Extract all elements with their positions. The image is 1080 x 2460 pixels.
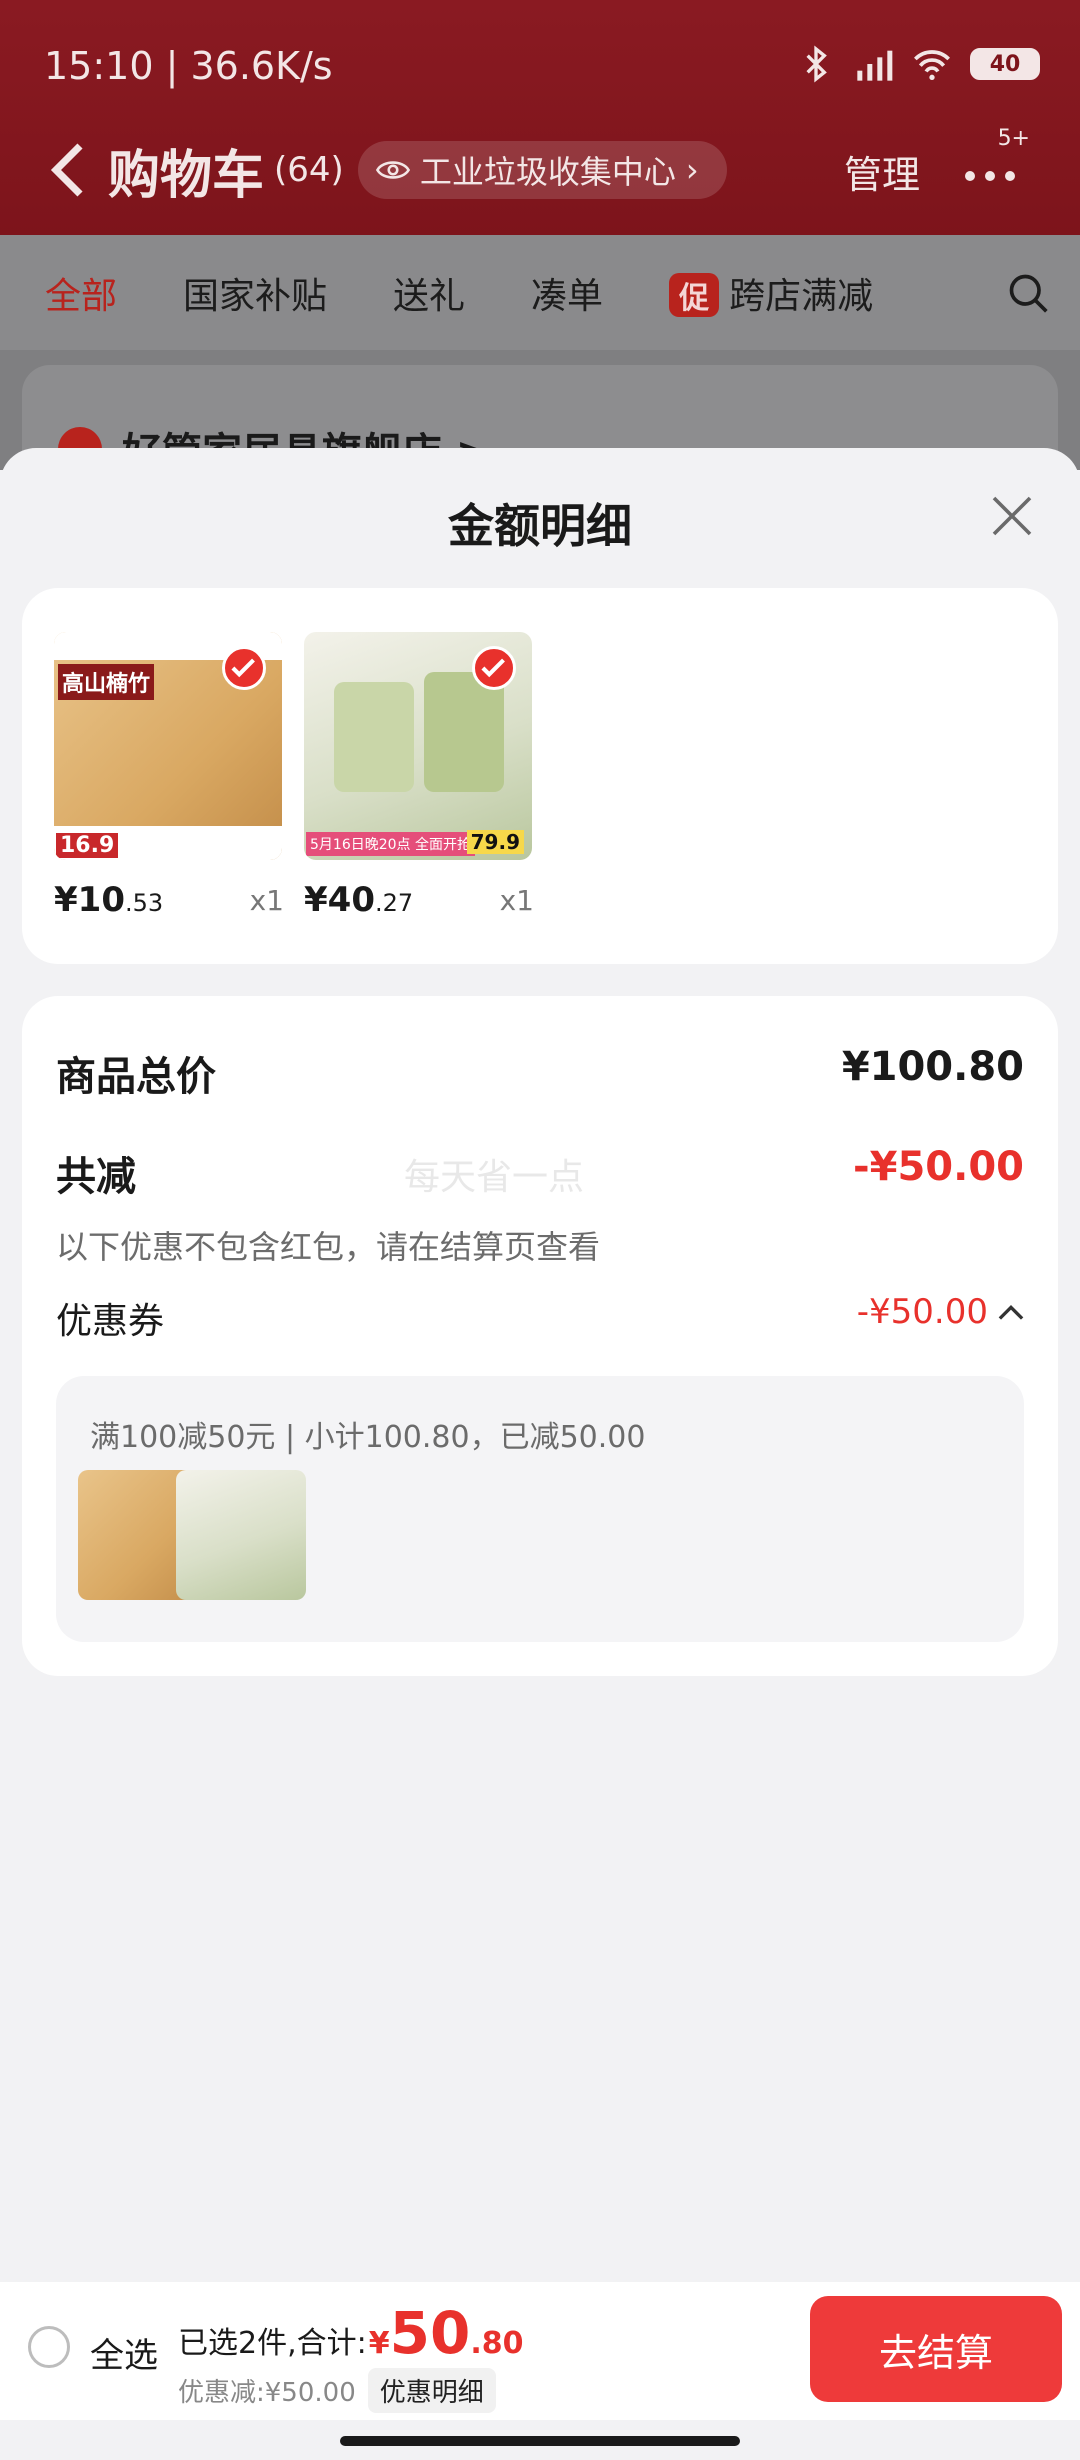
status-bar: 15:10 | 36.6K/s 40	[44, 44, 1040, 94]
product-image-cutting-board: 高山楠竹 16.9	[54, 632, 282, 860]
search-icon[interactable]	[1006, 271, 1050, 315]
nav-row: 购物车 (64) 工业垃圾收集中心 › 管理 5+	[50, 126, 1040, 210]
total-price-label: 商品总价	[56, 1054, 216, 1100]
product-image-price: 16.9	[56, 833, 119, 858]
promo-badge: 促	[669, 272, 720, 317]
wifi-icon	[914, 50, 950, 80]
reduction-value: -¥50.00	[853, 1144, 1024, 1190]
tab-all[interactable]: 全部	[45, 267, 117, 319]
product-price: ¥10.53	[54, 880, 164, 920]
checked-icon	[222, 646, 266, 690]
total-amount-dec: .80	[470, 2326, 524, 2361]
discount-line: 优惠减:¥50.00 优惠明细	[178, 2368, 496, 2413]
total-amount-int: 50	[389, 2299, 471, 2367]
tab-cross-store-promo[interactable]: 促跨店满减	[669, 267, 873, 319]
product-quantity: x1	[249, 884, 284, 917]
coupon-product-thumb	[176, 1470, 306, 1600]
product-image-text: 高山楠竹	[58, 664, 155, 700]
order-summary: 已选2件,合计: ¥ 50 .80	[178, 2304, 523, 2362]
close-icon[interactable]	[988, 492, 1036, 540]
product-price: ¥40.27	[304, 880, 414, 920]
select-all-checkbox[interactable]	[28, 2326, 70, 2368]
bluetooth-icon	[806, 45, 827, 83]
coupon-label: 优惠券	[56, 1301, 165, 1342]
product-image-text: 5月16日晚20点 全面开抢	[306, 832, 475, 856]
home-indicator[interactable]	[340, 2436, 740, 2446]
product-quantity: x1	[499, 884, 534, 917]
product-image-price: 79.9	[466, 830, 524, 854]
product-item[interactable]: 高山楠竹 16.9 ¥10.53 x1	[54, 632, 284, 930]
watermark-text: 每天省一点	[404, 1157, 585, 1198]
reduction-label: 共减	[56, 1154, 136, 1200]
promo-tab-label: 跨店满减	[729, 275, 874, 317]
sheet-title: 金额明细	[448, 499, 632, 553]
tab-gift[interactable]: 送礼	[393, 267, 465, 319]
battery-indicator: 40	[970, 48, 1040, 80]
discount-detail-button[interactable]: 优惠明细	[367, 2368, 496, 2413]
price-breakdown: 商品总价 ¥100.80 共减 每天省一点 -¥50.00 以下优惠不包含红包，…	[22, 996, 1058, 1676]
back-arrow-icon[interactable]	[50, 140, 86, 200]
chevron-up-icon	[998, 1304, 1024, 1320]
cart-header: 15:10 | 36.6K/s 40 购物车 (64) 工业垃圾收集中心 › 管…	[0, 0, 1080, 235]
notification-badge: 5+	[997, 126, 1030, 151]
selected-count: 已选2件,合计:	[178, 2326, 367, 2361]
coupon-detail-box: 满100减50元 | 小计100.80，已减50.00	[56, 1376, 1024, 1642]
location-label: 工业垃圾收集中心	[419, 153, 676, 191]
coupon-detail-text: 满100减50元 | 小计100.80，已减50.00	[90, 1420, 646, 1455]
checkout-button[interactable]: 去结算	[810, 2296, 1062, 2402]
selected-products: 高山楠竹 16.9 ¥10.53 x1 5月16日晚20点 全面开抢 79.9 …	[22, 588, 1058, 964]
currency-symbol: ¥	[368, 2326, 390, 2361]
coupon-value: -¥50.00	[856, 1292, 988, 1332]
checkout-bar: 全选 已选2件,合计: ¥ 50 .80 优惠减:¥50.00 优惠明细 去结算	[0, 2282, 1080, 2420]
select-all-label[interactable]: 全选	[90, 2328, 158, 2377]
eye-icon	[375, 161, 410, 179]
more-dots-icon	[965, 171, 1015, 181]
signal-icon	[857, 50, 893, 81]
product-image-lunch-box: 5月16日晚20点 全面开抢 79.9	[304, 632, 532, 860]
tab-bundle[interactable]: 凑单	[531, 267, 603, 319]
cart-count: (64)	[274, 150, 344, 190]
product-item[interactable]: 5月16日晚20点 全面开抢 79.9 ¥40.27 x1	[304, 632, 534, 930]
total-price-value: ¥100.80	[841, 1044, 1024, 1090]
tab-national-subsidy[interactable]: 国家补贴	[183, 267, 327, 319]
coupon-toggle[interactable]: -¥50.00	[857, 1292, 1024, 1332]
discount-note: 以下优惠不包含红包，请在结算页查看	[56, 1228, 601, 1266]
filter-tabs: 全部 国家补贴 送礼 凑单 促跨店满减	[0, 235, 1080, 350]
checked-icon	[472, 646, 516, 690]
status-time: 15:10 | 36.6K/s	[44, 44, 333, 88]
amount-detail-sheet: 金额明细 高山楠竹 16.9 ¥10.53 x1 5月16日晚20点 全面开抢 …	[0, 448, 1080, 2460]
chevron-right-icon: ›	[685, 151, 699, 189]
more-button[interactable]: 5+	[960, 126, 1030, 202]
page-title: 购物车	[108, 145, 265, 206]
manage-button[interactable]: 管理	[844, 144, 920, 199]
discount-amount: 优惠减:¥50.00	[178, 2378, 356, 2408]
status-icons: 40	[796, 44, 1040, 84]
location-selector[interactable]: 工业垃圾收集中心 ›	[357, 141, 727, 199]
